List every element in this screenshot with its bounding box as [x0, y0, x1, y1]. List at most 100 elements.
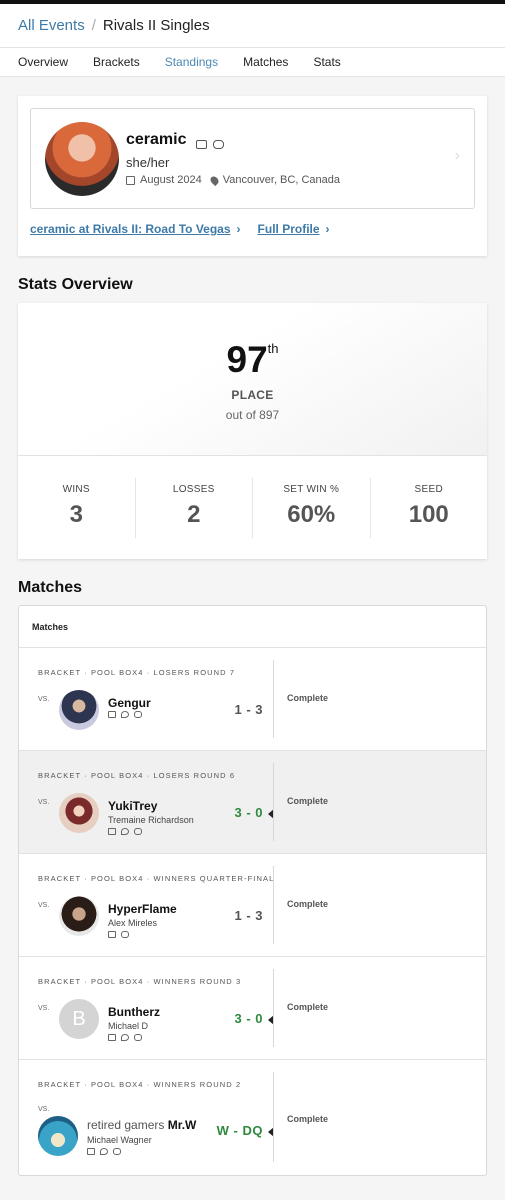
match-row[interactable]: BRACKET · POOL BOX4 · WINNERS QUARTER-FI…: [19, 854, 486, 957]
stat-set-win-percent: SET WIN % 60%: [253, 478, 371, 538]
tab-matches[interactable]: Matches: [243, 55, 288, 69]
profile-meta: August 2024 Vancouver, BC, Canada: [126, 174, 340, 186]
discord-icon[interactable]: [121, 931, 129, 938]
discord-icon[interactable]: [134, 828, 142, 835]
match-row[interactable]: BRACKET · POOL BOX4 · LOSERS ROUND 6 VS.…: [19, 751, 486, 854]
match-status: Complete: [287, 1114, 329, 1124]
opponent-socials: [108, 828, 142, 835]
joined-date: August 2024: [140, 174, 202, 186]
match-bracket: BRACKET · POOL BOX4 · WINNERS ROUND 2: [38, 1080, 242, 1089]
stat-wins: WINS 3: [18, 478, 136, 538]
match-row[interactable]: BRACKET · POOL BOX4 · LOSERS ROUND 7 VS.…: [19, 648, 486, 751]
match-score: 1 - 3: [234, 702, 263, 717]
event-profile-link[interactable]: ceramic at Rivals II: Road To Vegas ›: [30, 222, 241, 236]
discord-icon[interactable]: [134, 1034, 142, 1041]
breadcrumb-separator: /: [91, 17, 96, 34]
opponent-avatar: B: [59, 999, 99, 1039]
placement-panel: 97th PLACE out of 897: [18, 303, 487, 456]
match-status: Complete: [287, 1002, 329, 1012]
stat-row: WINS 3 LOSSES 2 SET WIN % 60% SEED 100: [18, 478, 487, 538]
match-status: Complete: [287, 796, 329, 806]
profile-card: ceramic she/her August 2024 Vancouver, B…: [18, 96, 487, 256]
opponent-real-name: Alex Mireles: [108, 918, 158, 928]
divider: [273, 763, 274, 841]
opponent-real-name: Michael D: [108, 1021, 149, 1031]
vs-label: VS.: [38, 799, 50, 806]
chevron-right-icon: ›: [325, 222, 330, 236]
match-score: W - DQ: [216, 1123, 263, 1138]
match-bracket: BRACKET · POOL BOX4 · LOSERS ROUND 7: [38, 668, 236, 677]
match-bracket: BRACKET · POOL BOX4 · WINNERS QUARTER-FI…: [38, 874, 275, 883]
opponent-name[interactable]: Gengur: [108, 696, 151, 710]
divider: [273, 660, 274, 738]
opponent-socials: [108, 711, 142, 718]
divider: [273, 969, 274, 1047]
opponent-name[interactable]: HyperFlame: [108, 902, 177, 916]
tab-stats[interactable]: Stats: [313, 55, 340, 69]
twitch-icon[interactable]: [108, 1034, 116, 1041]
twitter-icon[interactable]: [100, 1148, 108, 1155]
match-status: Complete: [287, 693, 329, 703]
full-profile-link[interactable]: Full Profile ›: [258, 222, 330, 236]
placement: 97th: [226, 339, 279, 380]
opponent-real-name: Michael Wagner: [87, 1135, 152, 1145]
opponent-avatar: [38, 1116, 78, 1156]
discord-icon[interactable]: [134, 711, 142, 718]
matches-card: Matches BRACKET · POOL BOX4 · LOSERS ROU…: [18, 605, 487, 1176]
profile-summary[interactable]: ceramic she/her August 2024 Vancouver, B…: [30, 108, 475, 209]
vs-label: VS.: [38, 1106, 50, 1113]
location: Vancouver, BC, Canada: [222, 174, 340, 186]
match-bracket: BRACKET · POOL BOX4 · WINNERS ROUND 3: [38, 977, 242, 986]
calendar-icon: [126, 175, 135, 185]
avatar-initial: B: [72, 1008, 86, 1030]
match-score: 3 - 0: [234, 1011, 263, 1026]
chevron-right-icon: ›: [454, 147, 460, 164]
twitch-icon[interactable]: [87, 1148, 95, 1155]
opponent-team-prefix: retired gamers: [87, 1118, 165, 1132]
match-status: Complete: [287, 899, 329, 909]
chevron-right-icon: ›: [236, 222, 241, 236]
placement-label: PLACE: [231, 388, 274, 402]
tab-brackets[interactable]: Brackets: [93, 55, 140, 69]
tab-bar: Overview Brackets Standings Matches Stat…: [0, 47, 505, 77]
twitch-icon[interactable]: [108, 828, 116, 835]
profile-links: ceramic at Rivals II: Road To Vegas › Ful…: [30, 222, 347, 236]
opponent-avatar: [59, 690, 99, 730]
stats-card: 97th PLACE out of 897 WINS 3 LOSSES 2 SE…: [18, 303, 487, 559]
matches-title: Matches: [18, 579, 83, 596]
match-row[interactable]: BRACKET · POOL BOX4 · WINNERS ROUND 3 VS…: [19, 957, 486, 1060]
twitch-icon[interactable]: [108, 931, 116, 938]
tab-standings[interactable]: Standings: [165, 55, 218, 69]
discord-icon[interactable]: [213, 140, 224, 149]
tab-overview[interactable]: Overview: [18, 55, 68, 69]
matches-header: Matches: [19, 606, 486, 648]
location-pin-icon: [208, 174, 220, 186]
discord-icon[interactable]: [113, 1148, 121, 1155]
breadcrumb-current: Rivals II Singles: [102, 17, 210, 34]
twitch-icon[interactable]: [108, 711, 116, 718]
twitter-icon[interactable]: [121, 1034, 129, 1041]
stat-losses: LOSSES 2: [136, 478, 253, 538]
opponent-avatar: [59, 793, 99, 833]
match-bracket: BRACKET · POOL BOX4 · LOSERS ROUND 6: [38, 771, 236, 780]
breadcrumb: All Events / Rivals II Singles: [0, 4, 505, 47]
twitch-icon[interactable]: [196, 140, 207, 149]
opponent-name[interactable]: YukiTrey: [108, 799, 157, 813]
opponent-name[interactable]: Buntherz: [108, 1005, 160, 1019]
match-row[interactable]: BRACKET · POOL BOX4 · WINNERS ROUND 2 VS…: [19, 1060, 486, 1174]
player-name: ceramic: [126, 131, 187, 148]
placement-total: out of 897: [225, 408, 280, 422]
opponent-socials: [87, 1148, 121, 1155]
divider: [273, 1072, 274, 1162]
breadcrumb-all-events[interactable]: All Events: [18, 17, 85, 34]
opponent-name[interactable]: retired gamers Mr.W: [87, 1118, 196, 1132]
social-icons: [196, 140, 224, 149]
vs-label: VS.: [38, 1005, 50, 1012]
vs-label: VS.: [38, 902, 50, 909]
twitter-icon[interactable]: [121, 828, 129, 835]
opponent-socials: [108, 931, 129, 938]
stat-seed: SEED 100: [408, 484, 449, 528]
twitter-icon[interactable]: [121, 711, 129, 718]
match-score: 3 - 0: [234, 805, 263, 820]
opponent-socials: [108, 1034, 142, 1041]
